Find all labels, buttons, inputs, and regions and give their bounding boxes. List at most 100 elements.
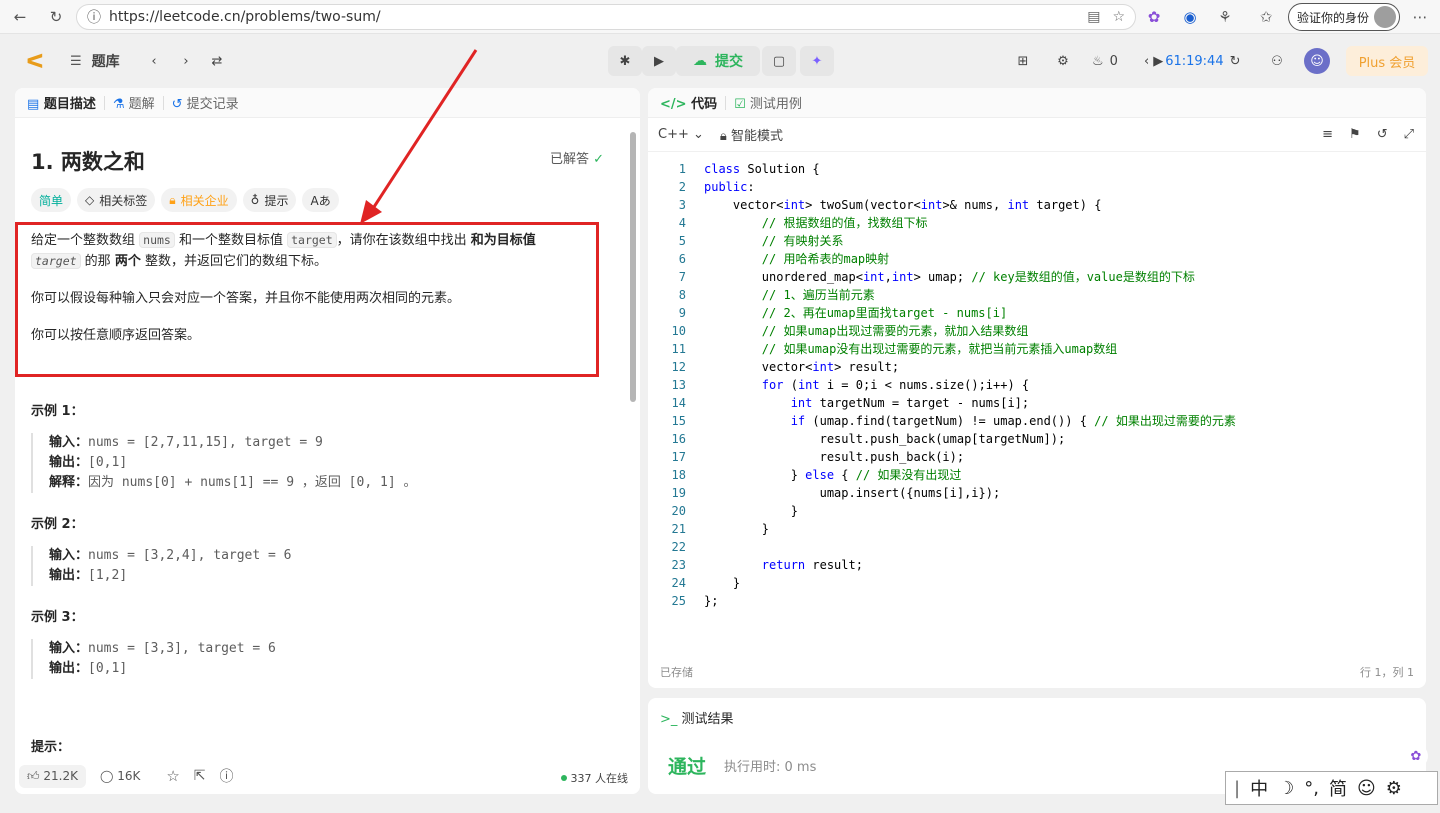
ime-handle[interactable]: |: [1234, 778, 1240, 799]
more-icon[interactable]: ⋯: [1410, 7, 1430, 27]
plus-member-button[interactable]: Plus 会员: [1346, 46, 1428, 76]
related-tags-button[interactable]: ◇ 相关标签: [77, 188, 156, 212]
code-line[interactable]: 14 int targetNum = target - nums[i];: [648, 394, 1426, 412]
code-line[interactable]: 10 // 如果umap出现过需要的元素，就加入结果数组: [648, 322, 1426, 340]
extension-blue-icon[interactable]: ◉: [1180, 7, 1200, 27]
format-icon[interactable]: ≡: [1322, 127, 1333, 142]
reload-icon[interactable]: ↻: [46, 7, 66, 27]
code-token: };: [704, 594, 719, 608]
back-icon[interactable]: ←: [10, 7, 30, 27]
ime-simplified[interactable]: 简: [1329, 775, 1347, 801]
smart-mode-toggle[interactable]: 🔒︎ 智能模式: [720, 125, 783, 144]
extensions-icon[interactable]: ⚘: [1215, 7, 1235, 27]
lock-icon: 🔒︎: [719, 129, 727, 144]
related-companies-button[interactable]: 🔒︎ 相关企业: [161, 188, 237, 212]
example-value: nums = [3,3], target = 6: [88, 641, 276, 656]
shuffle-icon[interactable]: ⇄: [206, 50, 228, 72]
tab-submissions[interactable]: ↺ 提交记录: [172, 93, 239, 112]
star-icon[interactable]: ☆: [166, 767, 179, 785]
code-editor[interactable]: 1 class Solution {2 public:3 vector< int > t…: [648, 160, 1426, 610]
floating-brain-icon[interactable]: ✿: [1404, 744, 1428, 768]
submit-button[interactable]: ☁ 提交: [676, 46, 760, 76]
scrollbar[interactable]: [630, 132, 636, 402]
timer[interactable]: ‹ ▶ 61:19:44 ↻: [1144, 50, 1241, 72]
code-line[interactable]: 11 // 如果umap没有出现过需要的元素，就把当前元素插入umap数组: [648, 340, 1426, 358]
code-line[interactable]: 6 // 用哈希表的map映射: [648, 250, 1426, 268]
code-line[interactable]: 24 }: [648, 574, 1426, 592]
timer-reset-icon[interactable]: ↻: [1230, 54, 1241, 69]
code-line[interactable]: 3 vector< int > twoSum(vector< int >& nums, …: [648, 196, 1426, 214]
code-line[interactable]: 12 vector< int > result;: [648, 358, 1426, 376]
code-line[interactable]: 22: [648, 538, 1426, 556]
code-line[interactable]: 13 for (int i = 0;i < nums.size();i++) {: [648, 376, 1426, 394]
debug-button[interactable]: ✱: [608, 46, 642, 76]
code-line[interactable]: 20 }: [648, 502, 1426, 520]
code-token: }: [704, 504, 798, 518]
line-number: 20: [671, 504, 686, 518]
fullscreen-icon[interactable]: ⤢: [1404, 127, 1414, 142]
line-number: 17: [671, 450, 686, 464]
hint-button[interactable]: ♁ 提示: [242, 188, 297, 212]
share-icon[interactable]: ⇱: [194, 768, 206, 784]
bookmark-icon[interactable]: ⚑: [1349, 127, 1361, 142]
punctuation-icon[interactable]: °,: [1304, 778, 1319, 799]
code-line[interactable]: 8 // 1、遍历当前元素: [648, 286, 1426, 304]
prev-problem-icon[interactable]: ‹: [144, 50, 164, 72]
code-line[interactable]: 4 // 根据数组的值，找数组下标: [648, 214, 1426, 232]
layout-icon[interactable]: ⊞: [1012, 50, 1034, 72]
code-line[interactable]: 15 if (umap.find(targetNum) != umap.end(…: [648, 412, 1426, 430]
code-line[interactable]: 25};: [648, 592, 1426, 610]
code-line[interactable]: 23 return result;: [648, 556, 1426, 574]
comment-button[interactable]: ◯ 16K: [100, 769, 140, 783]
code-line[interactable]: 5 // 有映射关系: [648, 232, 1426, 250]
run-button[interactable]: ▶: [642, 46, 676, 76]
tab-code[interactable]: </> 代码: [660, 93, 717, 112]
settings-icon[interactable]: ⚙: [1052, 50, 1074, 72]
address-bar[interactable]: ⓘ https://leetcode.cn/problems/two-sum/ …: [76, 4, 1136, 30]
favorites-icon[interactable]: ✩: [1256, 7, 1276, 27]
invite-user-icon[interactable]: ⚇: [1266, 50, 1288, 72]
code-line[interactable]: 1 class Solution {: [648, 160, 1426, 178]
user-avatar[interactable]: ☺: [1304, 48, 1330, 74]
notes-button[interactable]: ▢: [762, 46, 796, 76]
highlight-box: [15, 222, 599, 377]
code-line[interactable]: 19 umap.insert({nums[i],i});: [648, 484, 1426, 502]
tab-solutions[interactable]: ⚗ 题解: [113, 93, 155, 112]
reset-icon[interactable]: ↺: [1377, 127, 1388, 142]
line-number: 18: [671, 468, 686, 482]
code-line[interactable]: 16 result.push_back(umap[targetNum]);: [648, 430, 1426, 448]
leetcode-logo-icon[interactable]: ᐸ: [24, 49, 46, 73]
favorite-icon[interactable]: ☆: [1112, 9, 1125, 25]
test-result-header[interactable]: >_ 测试结果: [660, 708, 734, 727]
like-button[interactable]: 👍︎ 21.2K: [19, 764, 86, 788]
code-token: > result;: [834, 360, 900, 374]
emoji-icon[interactable]: ☺: [1357, 778, 1376, 799]
ime-settings-icon[interactable]: ⚙: [1386, 778, 1402, 799]
streak-counter[interactable]: ♨ 0: [1092, 50, 1118, 72]
language-select[interactable]: C++ ⌄: [658, 127, 704, 142]
code-line[interactable]: 2 public:: [648, 178, 1426, 196]
extension-brain-icon[interactable]: ✿: [1144, 7, 1164, 27]
help-icon[interactable]: ⓘ: [220, 766, 234, 786]
code-line[interactable]: 9 // 2、再在umap里面找target - nums[i]: [648, 304, 1426, 322]
code-line[interactable]: 21 }: [648, 520, 1426, 538]
verify-identity-button[interactable]: 验证你的身份: [1288, 3, 1400, 31]
test-result-label: 测试结果: [681, 712, 734, 727]
ime-chinese-mode[interactable]: 中: [1250, 775, 1268, 801]
submit-label: 提交: [715, 54, 743, 70]
code-line[interactable]: 18 } else { // 如果没有出现过: [648, 466, 1426, 484]
next-problem-icon[interactable]: ›: [176, 50, 196, 72]
translate-button[interactable]: Aあ: [302, 188, 339, 212]
moon-icon[interactable]: ☽: [1278, 778, 1294, 799]
tab-testcase[interactable]: ☑ 测试用例: [734, 93, 802, 112]
line-number: 1: [678, 162, 686, 176]
line-number: 22: [671, 540, 686, 554]
code-token: else: [805, 468, 835, 482]
reader-icon[interactable]: ▤: [1087, 9, 1100, 25]
code-line[interactable]: 7 unordered_map< int, int > umap; // key是数组…: [648, 268, 1426, 286]
tab-description[interactable]: ▤ 题目描述: [27, 93, 96, 112]
checkbox-icon: ☑: [734, 97, 746, 112]
ai-sparkle-button[interactable]: ✦: [800, 46, 834, 76]
problem-list-button[interactable]: ☰ 题库: [70, 50, 120, 72]
code-line[interactable]: 17 result.push_back(i);: [648, 448, 1426, 466]
